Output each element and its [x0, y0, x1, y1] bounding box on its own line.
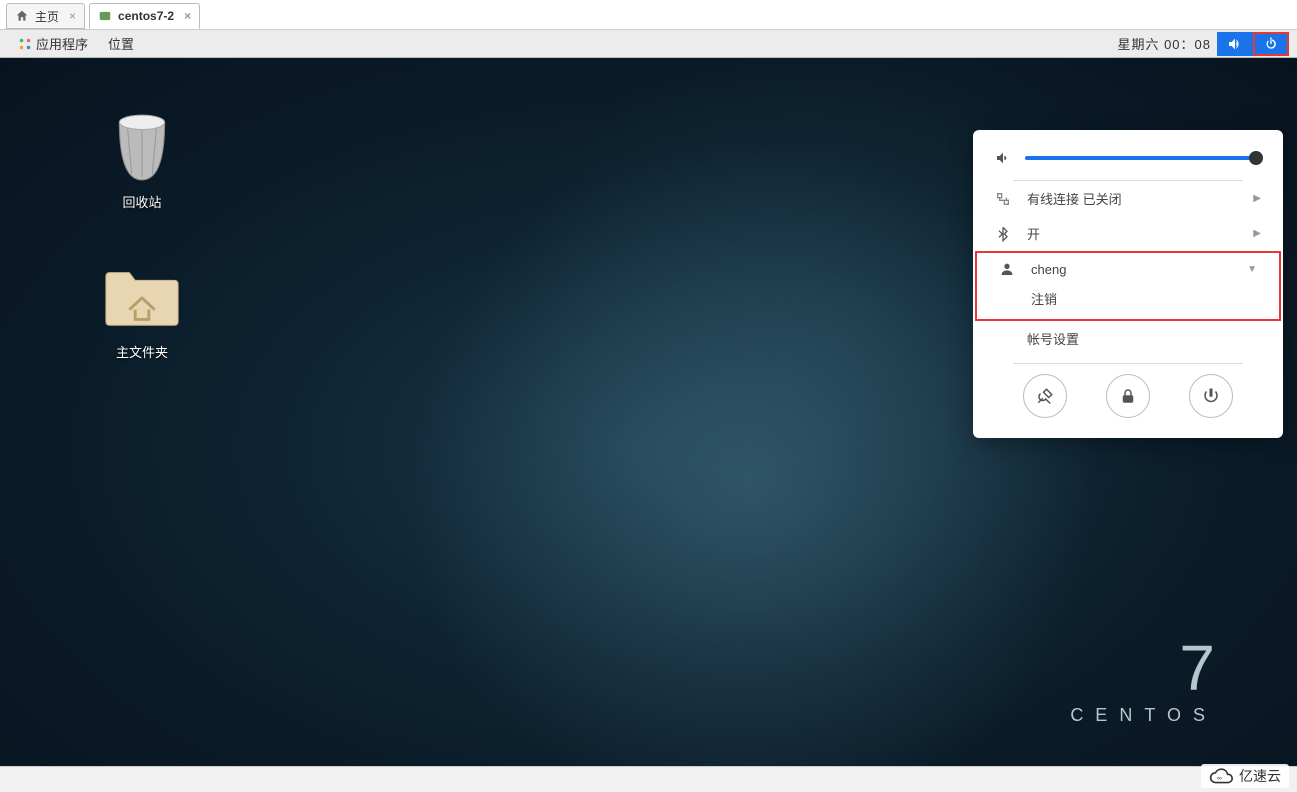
places-menu[interactable]: 位置: [98, 30, 144, 57]
volume-slider[interactable]: [1025, 156, 1261, 160]
desktop-icon-home[interactable]: 主文件夹: [92, 258, 192, 361]
apps-icon: [18, 37, 32, 51]
lock-button[interactable]: [1106, 374, 1150, 418]
desktop-icon-label: 主文件夹: [92, 342, 192, 361]
watermark: ∞ 亿速云: [1201, 764, 1289, 788]
menu-item-label: 开: [1027, 224, 1040, 243]
lock-icon: [1119, 387, 1137, 405]
power-icon: [1202, 387, 1220, 405]
vm-tab-label: 主页: [35, 8, 59, 25]
poweroff-button[interactable]: [1189, 374, 1233, 418]
home-icon: [15, 9, 29, 23]
applications-menu[interactable]: 应用程序: [8, 30, 98, 57]
bluetooth-icon: [995, 226, 1011, 242]
watermark-text: 亿速云: [1239, 766, 1281, 786]
clock[interactable]: 星期六 00：08: [1117, 34, 1211, 53]
gnome-topbar: 应用程序 位置 星期六 00：08: [0, 30, 1297, 58]
tools-icon: [1036, 387, 1054, 405]
vm-tab-centos[interactable]: centos7-2 ×: [89, 3, 200, 29]
menu-item-label: 有线连接 已关闭: [1027, 189, 1122, 208]
volume-button[interactable]: [1217, 32, 1253, 56]
desktop-icon-trash[interactable]: 回收站: [92, 108, 192, 211]
folder-home-icon: [102, 258, 182, 336]
chevron-down-icon: ▼: [1247, 264, 1257, 275]
centos-brand: 7 CENTOS: [1070, 631, 1217, 726]
user-icon: [999, 261, 1015, 277]
menu-item-user[interactable]: cheng ▼: [977, 253, 1279, 285]
desktop[interactable]: 回收站 主文件夹 7 CENTOS 有线连接 已关闭 ▶ 开 ▶: [0, 58, 1297, 766]
applications-label: 应用程序: [36, 34, 88, 53]
menu-item-account-settings[interactable]: 帐号设置: [973, 325, 1283, 355]
vm-tab-home[interactable]: 主页 ×: [6, 3, 85, 29]
taskbar[interactable]: [0, 766, 1297, 792]
system-menu: 有线连接 已关闭 ▶ 开 ▶ cheng ▼ 注销 帐号设置: [973, 130, 1283, 438]
settings-button[interactable]: [1023, 374, 1067, 418]
menu-item-bluetooth[interactable]: 开 ▶: [973, 216, 1283, 251]
power-icon: [1263, 36, 1279, 52]
trash-icon: [102, 108, 182, 186]
action-buttons-row: [973, 364, 1283, 418]
brand-name: CENTOS: [1070, 705, 1217, 725]
cloud-icon: ∞: [1209, 767, 1235, 785]
topbar-right: 星期六 00：08: [1117, 30, 1289, 57]
places-label: 位置: [108, 34, 134, 53]
volume-row: [973, 144, 1283, 180]
menu-item-wired[interactable]: 有线连接 已关闭 ▶: [973, 181, 1283, 216]
chevron-right-icon: ▶: [1253, 193, 1261, 204]
chevron-right-icon: ▶: [1253, 228, 1261, 239]
menu-item-label: 注销: [1031, 292, 1057, 307]
menu-item-label: 帐号设置: [1027, 332, 1079, 347]
close-icon[interactable]: ×: [184, 9, 191, 23]
volume-icon: [995, 150, 1011, 166]
svg-text:∞: ∞: [1217, 775, 1222, 782]
brand-version: 7: [1070, 631, 1217, 705]
volume-icon: [1227, 36, 1243, 52]
vm-tab-bar: 主页 × centos7-2 ×: [0, 0, 1297, 30]
close-icon[interactable]: ×: [69, 9, 76, 23]
desktop-icon-label: 回收站: [92, 192, 192, 211]
power-button[interactable]: [1253, 32, 1289, 56]
vm-tab-label: centos7-2: [118, 9, 174, 23]
vm-icon: [98, 9, 112, 23]
menu-item-label: cheng: [1031, 262, 1066, 277]
user-section: cheng ▼ 注销: [975, 251, 1281, 321]
menu-item-logout[interactable]: 注销: [977, 285, 1279, 315]
network-icon: [995, 191, 1011, 207]
